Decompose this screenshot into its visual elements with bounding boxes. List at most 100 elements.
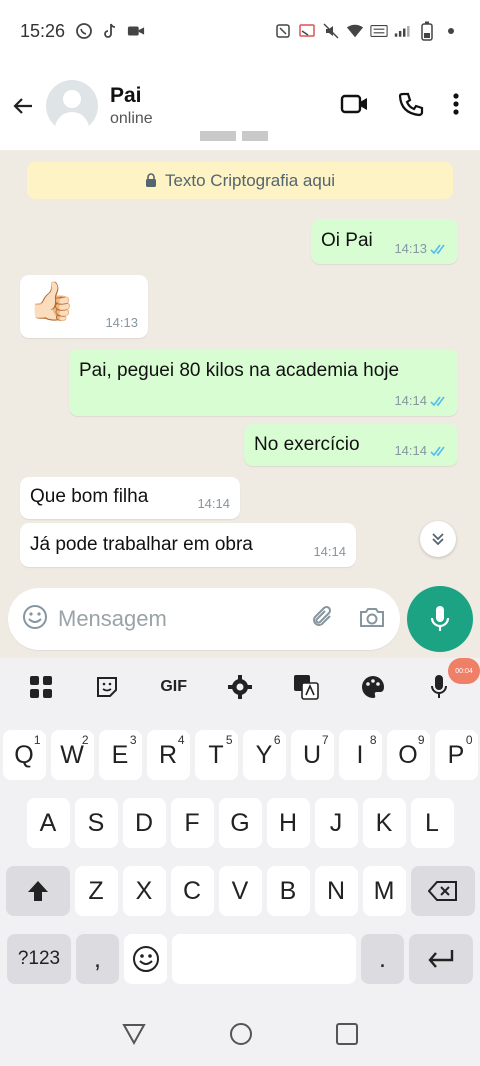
scroll-to-bottom-button[interactable] — [420, 521, 456, 557]
key-f[interactable]: F — [170, 798, 214, 848]
emoji-key[interactable] — [124, 934, 167, 984]
key-number-hint: 8 — [369, 733, 377, 747]
shift-icon — [27, 881, 48, 901]
back-button[interactable] — [0, 83, 46, 129]
key-label: I — [356, 740, 364, 769]
message-text: Pai, peguei 80 kilos na academia hoje — [79, 360, 400, 381]
status-bar: 15:26 — [0, 0, 480, 62]
emoji-icon — [23, 604, 47, 629]
emoji-icon — [132, 946, 159, 972]
space-key[interactable] — [172, 934, 356, 984]
message-bubble-incoming[interactable]: Que bom filha 14:14 — [20, 477, 240, 519]
key-e[interactable]: E3 — [98, 730, 142, 780]
microphone-icon — [430, 606, 450, 631]
key-j[interactable]: J — [314, 798, 358, 848]
nav-back-button[interactable] — [121, 1022, 147, 1051]
key-label: P — [447, 740, 465, 769]
theme-button[interactable] — [353, 667, 393, 707]
nav-recents-button[interactable] — [335, 1022, 359, 1051]
message-bubble-incoming[interactable]: 👍🏻 14:13 — [20, 275, 148, 338]
more-options-button[interactable] — [452, 92, 460, 121]
period-key[interactable]: . — [361, 934, 404, 984]
symbols-key[interactable]: ?123 — [7, 934, 71, 984]
video-call-button[interactable] — [340, 92, 370, 121]
chat-header: Pai online — [0, 62, 480, 150]
voice-call-button[interactable] — [398, 91, 424, 122]
palette-icon — [361, 676, 384, 698]
emoji-button[interactable] — [22, 604, 48, 635]
key-b[interactable]: B — [266, 866, 310, 916]
key-i[interactable]: I8 — [338, 730, 382, 780]
key-c[interactable]: C — [170, 866, 214, 916]
key-u[interactable]: U7 — [290, 730, 334, 780]
keyboard-toolbar: GIF — [0, 658, 480, 716]
system-nav-bar — [0, 1006, 480, 1066]
message-text: Já pode trabalhar em obra — [30, 534, 253, 555]
key-label: Z — [88, 876, 104, 905]
key-y[interactable]: Y6 — [242, 730, 286, 780]
key-m[interactable]: M — [362, 866, 406, 916]
message-bubble-outgoing[interactable]: Pai, peguei 80 kilos na academia hoje 14… — [69, 349, 458, 416]
encryption-banner[interactable]: Texto Criptografia aqui — [27, 162, 453, 199]
key-a[interactable]: A — [26, 798, 70, 848]
paperclip-icon — [313, 605, 332, 626]
key-v[interactable]: V — [218, 866, 262, 916]
key-label: G — [230, 808, 250, 837]
translate-button[interactable] — [286, 667, 326, 707]
sticker-button[interactable] — [87, 667, 127, 707]
key-d[interactable]: D — [122, 798, 166, 848]
key-label: Q — [14, 740, 34, 769]
key-r[interactable]: R4 — [146, 730, 190, 780]
keyboard-row-1: Q1W2E3R4T5Y6U7I8O9P0 — [0, 730, 480, 780]
attach-button[interactable] — [310, 604, 336, 635]
contact-name: Pai — [110, 84, 142, 107]
key-h[interactable]: H — [266, 798, 310, 848]
key-number-hint: 1 — [33, 733, 41, 747]
gif-button[interactable]: GIF — [154, 667, 194, 707]
translate-icon — [294, 675, 320, 700]
message-time: 14:13 — [105, 315, 138, 330]
message-text: Que bom filha — [30, 486, 149, 507]
backspace-key[interactable] — [410, 866, 475, 916]
message-bubble-outgoing[interactable]: No exercício 14:14 — [244, 424, 458, 466]
settings-button[interactable] — [220, 667, 260, 707]
comma-key[interactable]: , — [76, 934, 119, 984]
voice-record-button[interactable] — [407, 586, 473, 652]
key-w[interactable]: W2 — [50, 730, 94, 780]
video-camera-icon — [340, 94, 367, 113]
key-p[interactable]: P0 — [434, 730, 478, 780]
contact-avatar[interactable] — [46, 80, 98, 132]
key-n[interactable]: N — [314, 866, 358, 916]
message-time: 14:14 — [394, 443, 427, 458]
camera-button[interactable] — [358, 605, 386, 634]
apps-grid-button[interactable] — [21, 667, 61, 707]
video-notification-icon — [127, 22, 145, 40]
keyboard-row-4: ?123 , . — [0, 934, 480, 984]
message-bubble-outgoing[interactable]: Oi Pai 14:13 — [311, 219, 458, 264]
message-time: 14:14 — [197, 496, 230, 511]
arrow-left-icon — [13, 98, 32, 114]
shift-key[interactable] — [5, 866, 70, 916]
nav-home-button[interactable] — [228, 1021, 254, 1052]
key-q[interactable]: Q1 — [2, 730, 46, 780]
message-bubble-incoming[interactable]: Já pode trabalhar em obra 14:14 — [20, 523, 356, 567]
tiktok-notification-icon — [101, 22, 119, 40]
enter-key[interactable] — [409, 934, 473, 984]
key-g[interactable]: G — [218, 798, 262, 848]
key-o[interactable]: O9 — [386, 730, 430, 780]
key-l[interactable]: L — [410, 798, 454, 848]
key-t[interactable]: T5 — [194, 730, 238, 780]
contact-info[interactable]: Pai online — [110, 84, 153, 128]
key-k[interactable]: K — [362, 798, 406, 848]
key-s[interactable]: S — [74, 798, 118, 848]
key-x[interactable]: X — [122, 866, 166, 916]
key-number-hint: 0 — [465, 733, 473, 747]
key-number-hint: 5 — [225, 733, 233, 747]
key-label: J — [329, 808, 343, 837]
key-label: V — [231, 876, 249, 905]
message-input[interactable] — [58, 606, 278, 632]
key-z[interactable]: Z — [74, 866, 118, 916]
nfc-icon — [274, 22, 292, 40]
keyboard-row-2: A SD F GH J K L — [0, 798, 480, 848]
chat-area[interactable]: Texto Criptografia aqui Oi Pai 14:13 👍🏻 … — [0, 150, 480, 580]
